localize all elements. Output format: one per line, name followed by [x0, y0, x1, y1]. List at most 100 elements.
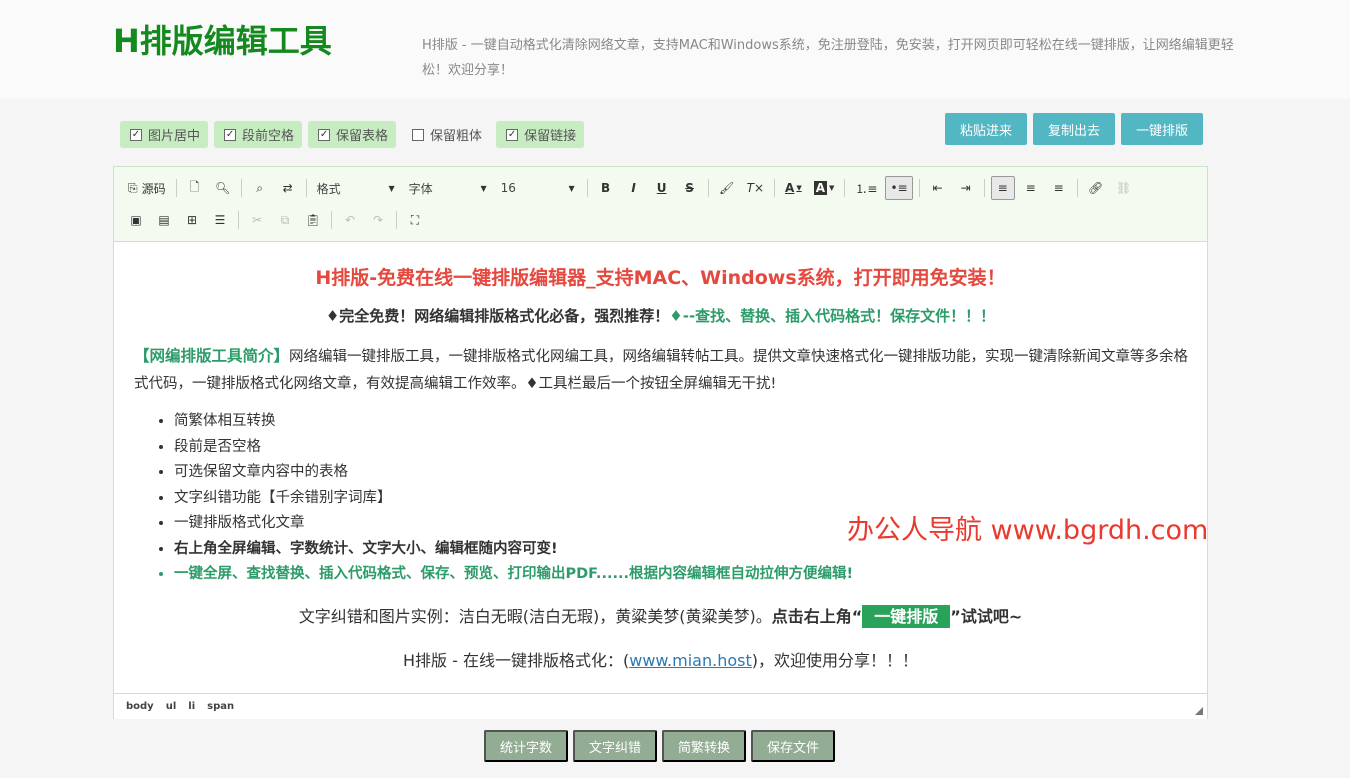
article-title: H排版-免费在线一键排版编辑器_支持MAC、Windows系统，打开即用免安装！ — [315, 267, 1006, 289]
toolbar-divider — [305, 179, 307, 197]
align-left-icon[interactable]: ≡ — [990, 176, 1015, 200]
example-cta-a: 点击右上角“ — [771, 607, 863, 626]
toolbar-divider — [844, 179, 846, 197]
image-icon[interactable]: ▣ — [124, 208, 148, 232]
find-icon[interactable]: ⌕ — [248, 176, 272, 200]
toolbar-divider — [175, 179, 177, 197]
chevron-down-icon: ▼ — [829, 184, 835, 192]
bulleted-list-icon[interactable]: •≡ — [885, 176, 913, 200]
horizontal-rule-icon[interactable]: ☰ — [208, 208, 232, 232]
path-item-li[interactable]: li — [188, 701, 195, 712]
paste-button[interactable]: 粘贴进来 — [944, 113, 1027, 145]
preview-icon[interactable]: 🔍︎ — [211, 176, 235, 200]
option-keep-links[interactable]: ✓ 保留链接 — [496, 121, 585, 148]
editor-content[interactable]: H排版-免费在线一键排版编辑器_支持MAC、Windows系统，打开即用免安装！… — [114, 243, 1207, 693]
link-icon[interactable]: 🔗︎ — [1084, 176, 1108, 200]
redo-icon[interactable]: ↷ — [366, 208, 390, 232]
list-item: 一键全屏、查找替换、插入代码格式、保存、预览、打印输出PDF......根据内容… — [174, 562, 853, 588]
resize-handle-icon[interactable] — [1195, 707, 1203, 715]
save-file-button[interactable]: 保存文件 — [751, 730, 836, 762]
checkbox-icon[interactable]: ✓ — [506, 128, 519, 141]
numbered-list-icon[interactable]: ⒈≡ — [851, 176, 881, 200]
checkbox-icon[interactable]: ✓ — [224, 128, 237, 141]
copy-button[interactable]: 复制出去 — [1032, 113, 1115, 145]
bold-icon[interactable]: B — [594, 176, 618, 200]
format-options: ✓ 图片居中 ✓ 段前空格 ✓ 保留表格 保留粗体 ✓ 保留链接 — [120, 121, 585, 149]
toolbar-divider — [1076, 179, 1078, 197]
toolbar-row-1: ⎘ 源码 🗋 🔍︎ ⌕ ⇄ 格式 ▼ 字体 ▼ 16 ▼ B I U S 🖌︎ T× A… — [124, 176, 1140, 200]
option-label: 段前空格 — [242, 129, 295, 144]
list-item: 右上角全屏编辑、字数统计、文字大小、编辑框随内容可变! — [174, 537, 853, 563]
option-label: 保留表格 — [336, 129, 389, 144]
site-logo[interactable]: H排版编辑工具 — [113, 16, 332, 62]
underline-icon[interactable]: U — [650, 176, 674, 200]
format-dropdown[interactable]: 格式 ▼ — [313, 177, 399, 199]
fullscreen-icon[interactable]: ⛶ — [403, 208, 427, 232]
watermark: 办公人导航 www.bgrdh.com — [847, 515, 1209, 546]
word-count-button[interactable]: 统计字数 — [484, 730, 569, 762]
outdent-icon[interactable]: ⇤ — [926, 176, 950, 200]
media-icon[interactable]: ▤ — [152, 208, 176, 232]
feature-list: 简繁体相互转换 段前是否空格 可选保留文章内容中的表格 文字纠错功能【千余错别字… — [174, 409, 853, 588]
new-document-icon[interactable]: 🗋 — [183, 176, 207, 200]
background-color-icon[interactable]: A ▼ — [810, 176, 839, 200]
align-center-icon[interactable]: ≡ — [1019, 176, 1043, 200]
traditional-simplified-button[interactable]: 简繁转换 — [662, 730, 747, 762]
option-keep-tables[interactable]: ✓ 保留表格 — [308, 121, 397, 148]
spell-check-button[interactable]: 文字纠错 — [573, 730, 658, 762]
action-buttons: 粘贴进来 复制出去 一键排版 — [944, 113, 1203, 145]
font-family-dropdown[interactable]: 字体 ▼ — [405, 177, 491, 199]
list-item: 简繁体相互转换 — [174, 409, 853, 435]
example-text: 文字纠错和图片实例：洁白无暇(洁白无瑕)，黄粱美梦(黄粱美梦)。 — [298, 607, 772, 626]
font-color-glyph: A — [785, 181, 795, 195]
footer-prefix: H排版 - 在线一键排版格式化：( — [403, 651, 630, 670]
article-subtitle: ♦完全免费！网络编辑排版格式化必备，强烈推荐！♦--查找、替换、插入代码格式！保… — [114, 305, 1207, 326]
clear-format-icon[interactable]: T× — [743, 176, 768, 200]
unlink-icon[interactable]: ⛓︎ — [1112, 176, 1136, 200]
path-item-span[interactable]: span — [207, 701, 234, 712]
path-item-ul[interactable]: ul — [166, 701, 177, 712]
paste-icon[interactable]: 📋︎ — [301, 208, 325, 232]
intro-paragraph: 【网编排版工具简介】网络编辑一键排版工具，一键排版格式化网编工具，网络编辑转帖工… — [134, 343, 1189, 398]
subtitle-main: ♦完全免费！网络编辑排版格式化必备，强烈推荐！ — [325, 307, 670, 325]
toolbar-divider — [396, 211, 397, 229]
font-color-icon[interactable]: A ▼ — [781, 176, 806, 200]
site-tagline: H排版 - 一键自动格式化清除网络文章，支持MAC和Windows系统，免注册登… — [422, 38, 1234, 78]
table-icon[interactable]: ⊞ — [180, 208, 204, 232]
option-center-images[interactable]: ✓ 图片居中 — [120, 121, 209, 148]
undo-icon[interactable]: ↶ — [338, 208, 362, 232]
source-label: 源码 — [141, 181, 166, 196]
option-indent-paragraphs[interactable]: ✓ 段前空格 — [214, 121, 303, 148]
list-item: 文字纠错功能【千余错别字词库】 — [174, 486, 853, 512]
path-item-body[interactable]: body — [126, 701, 154, 712]
example-cta-b: ”试试吧~ — [950, 607, 1023, 626]
page-header: H排版编辑工具 H排版 - 一键自动格式化清除网络文章，支持MAC和Window… — [0, 0, 1350, 99]
toolbar-divider — [918, 179, 920, 197]
copy-icon[interactable]: ⧉ — [273, 208, 297, 232]
checkbox-icon[interactable] — [412, 128, 425, 141]
align-right-icon[interactable]: ≡ — [1047, 176, 1071, 200]
list-item: 一键排版格式化文章 — [174, 511, 853, 537]
intro-heading: 【网编排版工具简介】 — [134, 347, 290, 365]
replace-icon[interactable]: ⇄ — [276, 176, 300, 200]
site-link[interactable]: www.mian.host — [629, 651, 751, 670]
strikethrough-icon[interactable]: S — [678, 176, 702, 200]
toolbar-divider — [774, 179, 776, 197]
option-keep-bold[interactable]: 保留粗体 — [402, 121, 490, 148]
format-painter-icon[interactable]: 🖌︎ — [715, 176, 739, 200]
chevron-down-icon: ▼ — [796, 184, 802, 192]
checkbox-icon[interactable]: ✓ — [130, 128, 142, 141]
checkbox-icon[interactable]: ✓ — [318, 128, 331, 141]
font-size-value: 16 — [500, 181, 516, 195]
bg-color-glyph: A — [813, 181, 827, 195]
italic-icon[interactable]: I — [622, 176, 646, 200]
one-click-format-button[interactable]: 一键排版 — [1120, 113, 1203, 145]
toolbar-divider — [586, 179, 588, 197]
source-button[interactable]: ⎘ 源码 — [124, 176, 170, 200]
cut-icon[interactable]: ✂ — [245, 208, 269, 232]
indent-icon[interactable]: ⇥ — [954, 176, 978, 200]
toolbar-row-2: ▣ ▤ ⊞ ☰ ✂ ⧉ 📋︎ ↶ ↷ ⛶ — [124, 208, 431, 232]
toolbar-divider — [238, 211, 239, 229]
toolbar-divider — [707, 179, 709, 197]
font-size-dropdown[interactable]: 16 ▼ — [497, 177, 579, 199]
